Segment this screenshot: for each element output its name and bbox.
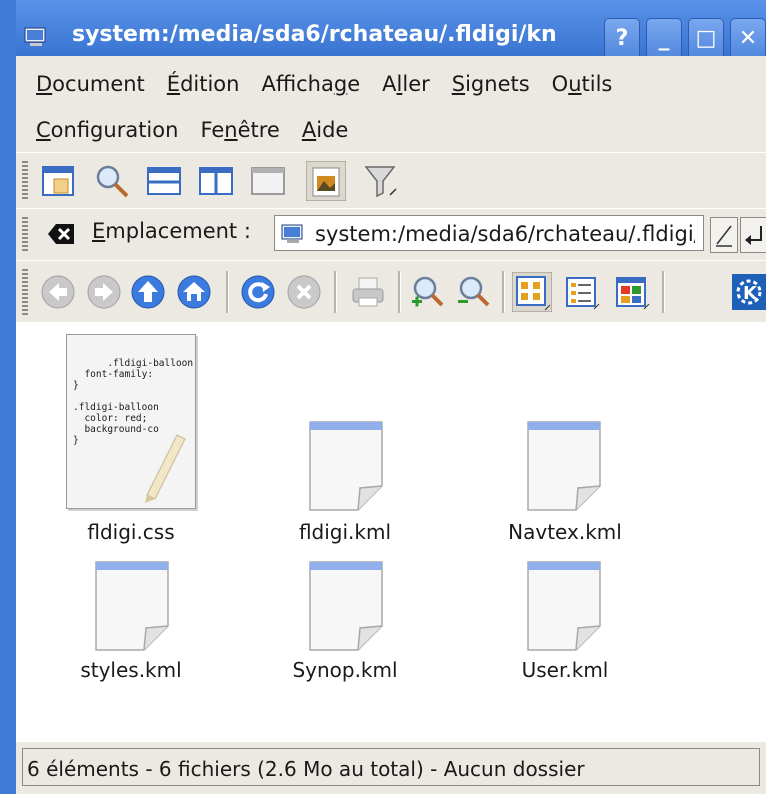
css-file-preview: .fldigi-balloon font-family: } .fldigi-b… (66, 334, 196, 509)
svg-text:K: K (743, 283, 758, 304)
file-name: Navtex.kml (508, 520, 622, 544)
toolbar-separator (398, 271, 401, 313)
back-icon[interactable] (40, 274, 76, 310)
navigation-toolbar: K (16, 260, 766, 324)
menu-affichage[interactable]: Affichage (261, 72, 360, 112)
kml-document-icon (527, 561, 601, 651)
view-toolbar (16, 152, 766, 210)
kml-document-icon (527, 421, 601, 511)
menu-aller[interactable]: Aller (382, 72, 430, 112)
system-location-icon (281, 224, 303, 243)
return-arrow-icon (745, 226, 762, 245)
reload-icon[interactable] (240, 274, 276, 310)
status-bar: 6 éléments - 6 fichiers (2.6 Mo au total… (16, 742, 766, 794)
icon-view-icon[interactable] (512, 272, 552, 312)
help-button[interactable]: ? (604, 18, 640, 60)
location-history-button[interactable] (710, 217, 738, 253)
toolbar-grip[interactable] (22, 161, 28, 201)
close-button[interactable]: ✕ (730, 18, 766, 60)
split-view-icon[interactable] (40, 163, 76, 199)
menu-bar: Document Édition Affichage Aller Signets… (16, 56, 766, 152)
zoom-in-icon[interactable] (410, 274, 446, 310)
find-file-icon[interactable] (94, 163, 130, 199)
clear-location-icon[interactable] (46, 221, 76, 247)
home-icon[interactable] (176, 274, 212, 310)
toolbar-separator (662, 271, 665, 313)
go-button[interactable] (740, 217, 766, 253)
file-name: User.kml (521, 658, 609, 682)
file-name: Synop.kml (292, 658, 398, 682)
up-icon[interactable] (130, 274, 166, 310)
maximize-button[interactable]: □ (688, 18, 724, 60)
forward-icon[interactable] (86, 274, 122, 310)
image-preview-toggle-icon[interactable] (306, 161, 346, 201)
window-title: system:/media/sda6/rchateau/.fldigi/kn (72, 22, 557, 47)
chevron-down-icon (716, 225, 732, 247)
print-icon[interactable] (350, 274, 386, 310)
toolbar-separator (502, 271, 505, 313)
kml-document-icon (309, 561, 383, 651)
kml-document-icon (309, 421, 383, 511)
minimize-button[interactable]: _ (646, 18, 682, 60)
status-box: 6 éléments - 6 fichiers (2.6 Mo au total… (22, 748, 760, 786)
status-text: 6 éléments - 6 fichiers (2.6 Mo au total… (27, 757, 585, 781)
location-label: Emplacement : (92, 219, 251, 243)
text-editor-icon (145, 434, 186, 503)
stop-icon[interactable] (286, 274, 322, 310)
location-toolbar: Emplacement : system:/media/sda6/rchatea… (16, 208, 766, 262)
menu-document[interactable]: Document (36, 72, 145, 112)
menu-edition[interactable]: Édition (167, 72, 240, 112)
file-name: fldigi.kml (298, 520, 392, 544)
toolbar-grip[interactable] (22, 217, 28, 253)
file-name: styles.kml (80, 658, 182, 682)
file-view[interactable]: .fldigi-balloon font-family: } .fldigi-b… (16, 322, 766, 742)
toolbar-separator (334, 271, 337, 313)
menu-row-1: Document Édition Affichage Aller Signets… (36, 72, 634, 112)
multi-column-view-icon[interactable] (614, 274, 650, 310)
zoom-out-icon[interactable] (456, 274, 492, 310)
menu-outils[interactable]: Outils (552, 72, 613, 112)
split-vertical-icon[interactable] (198, 163, 234, 199)
split-horizontal-icon[interactable] (146, 163, 182, 199)
toolbar-grip[interactable] (22, 269, 28, 315)
detailed-list-view-icon[interactable] (564, 274, 600, 310)
kml-document-icon (95, 561, 169, 651)
remove-view-icon[interactable] (250, 163, 286, 199)
location-input[interactable]: system:/media/sda6/rchateau/.fldigi/kml (274, 215, 704, 251)
menu-signets[interactable]: Signets (452, 72, 530, 112)
file-name: fldigi.css (87, 520, 175, 544)
toolbar-separator (226, 271, 229, 313)
window-left-border (0, 0, 16, 794)
filter-icon[interactable] (362, 163, 398, 199)
location-value: system:/media/sda6/rchateau/.fldigi/kml (315, 222, 695, 246)
konqueror-window-icon (24, 27, 46, 46)
kde-logo-icon[interactable]: K (732, 274, 766, 310)
